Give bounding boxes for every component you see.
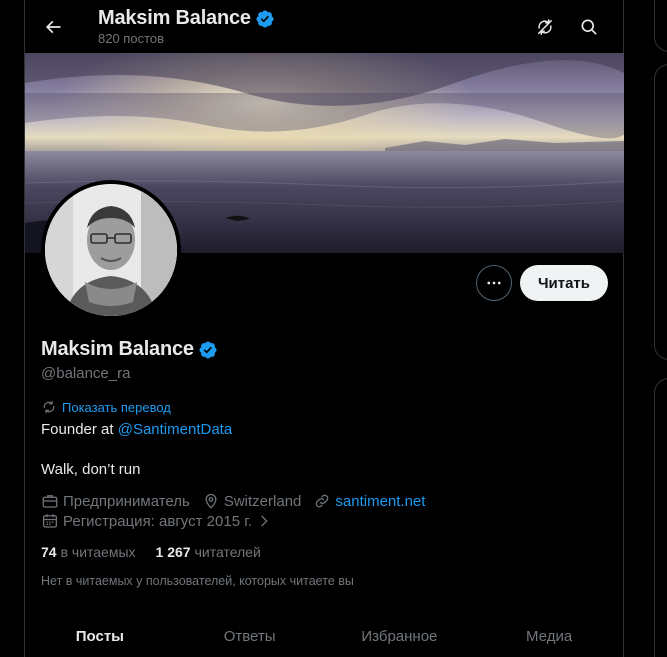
tab-highlights[interactable]: Избранное bbox=[325, 612, 475, 657]
show-translation-link[interactable]: Показать перевод bbox=[41, 399, 171, 415]
tab-replies[interactable]: Ответы bbox=[175, 612, 325, 657]
link-icon bbox=[316, 494, 329, 508]
profile-meta-row: Предприниматель Switzerland santiment.ne… bbox=[41, 492, 437, 510]
bio-line-2: Walk, don’t run bbox=[41, 461, 141, 478]
bio-mention-link[interactable]: @SantimentData bbox=[118, 421, 232, 438]
profile-name-row: Maksim Balance bbox=[41, 338, 218, 361]
tab-media[interactable]: Медиа bbox=[474, 612, 624, 657]
calendar-icon bbox=[42, 514, 58, 528]
followers-count: 1 267 bbox=[155, 544, 191, 560]
follow-button[interactable]: Читать bbox=[520, 265, 608, 301]
sidebar-panel-bottom bbox=[654, 378, 667, 657]
search-icon bbox=[581, 19, 597, 35]
verified-badge-icon bbox=[256, 9, 274, 28]
bio-prefix: Founder at bbox=[41, 421, 118, 438]
profile-website[interactable]: santiment.net bbox=[313, 492, 425, 510]
translate-off-icon bbox=[538, 19, 552, 35]
followed-by-note: Нет в читаемых у пользователей, которых … bbox=[41, 574, 354, 588]
profile-handle: @balance_ra bbox=[41, 365, 131, 382]
avatar-photo bbox=[45, 184, 177, 316]
show-translation-label: Показать перевод bbox=[62, 399, 171, 415]
following-count: 74 bbox=[41, 544, 57, 560]
chevron-right-icon bbox=[261, 515, 268, 527]
followers-label: читателей bbox=[194, 544, 261, 560]
sidebar-panel-middle bbox=[654, 64, 667, 360]
profile-location: Switzerland bbox=[202, 492, 302, 510]
sidebar-panel-top bbox=[654, 0, 667, 52]
verified-badge-icon[interactable] bbox=[198, 340, 218, 360]
following-label: в читаемых bbox=[60, 544, 136, 560]
follow-stats: 74 в читаемых 1 267 читателей bbox=[41, 544, 281, 560]
translate-toggle-button[interactable] bbox=[532, 14, 558, 40]
header-title-block: Maksim Balance 820 постов bbox=[98, 7, 275, 46]
more-horizontal-icon bbox=[487, 281, 501, 285]
more-options-button[interactable] bbox=[476, 265, 512, 301]
header-post-count: 820 постов bbox=[98, 31, 165, 46]
following-stat[interactable]: 74 в читаемых bbox=[41, 544, 136, 560]
arrow-left-icon bbox=[45, 20, 61, 34]
profile-location-label: Switzerland bbox=[223, 492, 302, 510]
profile-avatar[interactable] bbox=[41, 180, 181, 320]
profile-joined-label: Регистрация: август 2015 г. bbox=[63, 512, 253, 530]
profile-column: Maksim Balance 820 постов Читать Maksim … bbox=[24, 0, 624, 657]
profile-website-link[interactable]: santiment.net bbox=[335, 493, 425, 510]
profile-category: Предприниматель bbox=[41, 492, 190, 510]
bio-line-1: Founder at @SantimentData bbox=[41, 421, 232, 438]
profile-tabs: Посты Ответы Избранное Медиа bbox=[25, 612, 624, 657]
followers-stat[interactable]: 1 267 читателей bbox=[156, 544, 261, 560]
header-title: Maksim Balance bbox=[98, 7, 251, 29]
search-button[interactable] bbox=[576, 14, 602, 40]
profile-joined[interactable]: Регистрация: август 2015 г. bbox=[41, 512, 272, 530]
profile-category-label: Предприниматель bbox=[63, 492, 190, 510]
location-pin-icon bbox=[205, 493, 217, 509]
back-button[interactable] bbox=[39, 13, 67, 41]
profile-name: Maksim Balance bbox=[41, 338, 194, 360]
tab-posts[interactable]: Посты bbox=[25, 612, 175, 657]
briefcase-icon bbox=[42, 495, 58, 508]
translate-icon bbox=[43, 400, 55, 414]
profile-header-bar: Maksim Balance 820 постов bbox=[25, 0, 625, 53]
